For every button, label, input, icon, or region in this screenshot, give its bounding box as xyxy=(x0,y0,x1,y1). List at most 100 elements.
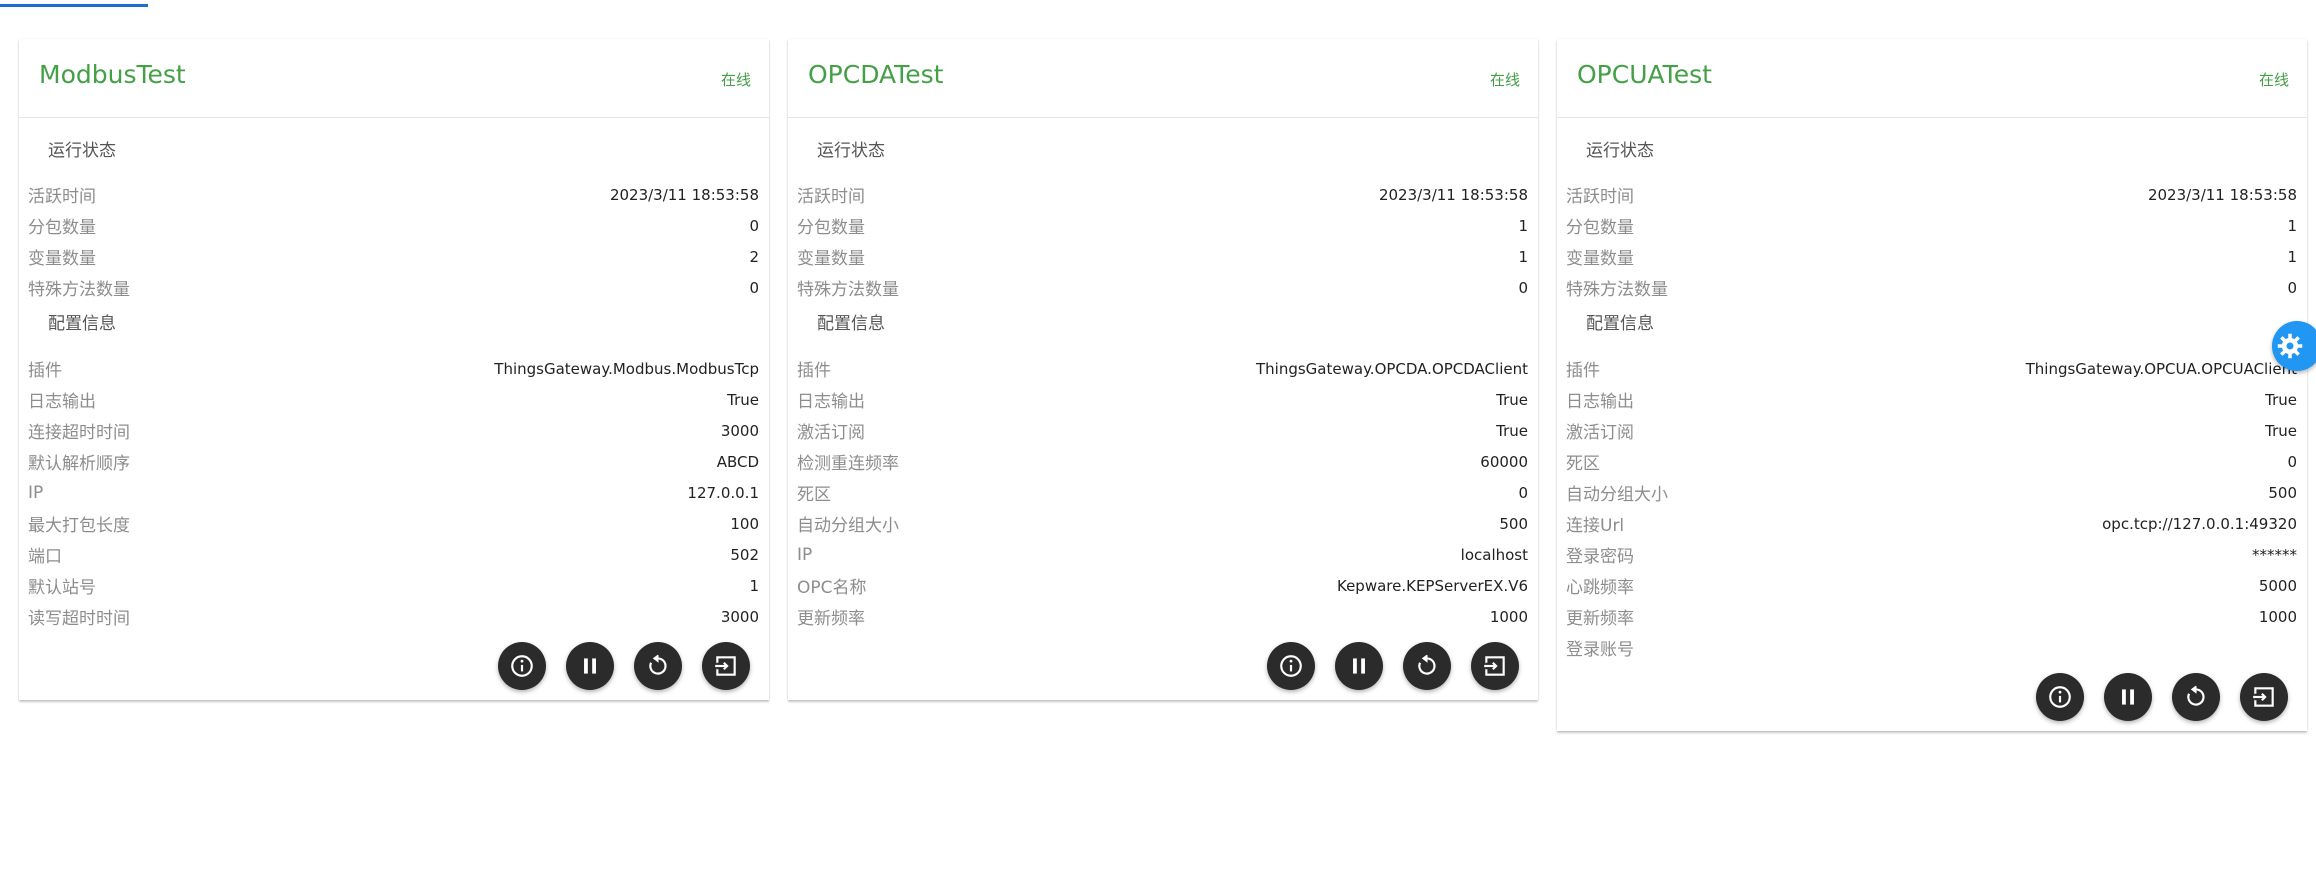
row-label: 分包数量 xyxy=(1566,218,1634,238)
config-row: 默认站号 1 xyxy=(19,570,769,601)
row-value: ThingsGateway.Modbus.ModbusTcp xyxy=(494,359,759,378)
row-value: 1 xyxy=(1518,216,1528,235)
row-value: 3000 xyxy=(720,607,759,626)
config-row: 死区 0 xyxy=(788,477,1538,508)
row-value: True xyxy=(1496,390,1528,409)
exit-button[interactable] xyxy=(2240,673,2288,721)
pause-button[interactable] xyxy=(1335,642,1383,690)
gear-icon xyxy=(2277,333,2303,359)
pause-button[interactable] xyxy=(2104,673,2152,721)
device-card-modbus: ModbusTest 在线 运行状态 活跃时间 2023/3/11 18:53:5… xyxy=(19,39,769,700)
runtime-row: 变量数量 1 xyxy=(788,241,1538,272)
row-label: 特殊方法数量 xyxy=(1566,280,1668,300)
info-icon xyxy=(511,655,533,677)
config-row: 自动分组大小 500 xyxy=(1557,477,2307,508)
row-value: localhost xyxy=(1460,545,1528,564)
info-button[interactable] xyxy=(2036,673,2084,721)
row-value: 60000 xyxy=(1480,452,1528,471)
row-label: 日志输出 xyxy=(1566,392,1634,412)
row-label: 特殊方法数量 xyxy=(28,280,130,300)
row-value: 2023/3/11 18:53:58 xyxy=(609,185,759,204)
row-label: 更新频率 xyxy=(1566,609,1634,629)
config-row: IP localhost xyxy=(788,539,1538,570)
runtime-row: 活跃时间 2023/3/11 18:53:58 xyxy=(788,179,1538,210)
row-label: 登录密码 xyxy=(1566,547,1634,567)
row-value: 1 xyxy=(1518,247,1528,266)
restart-button[interactable] xyxy=(634,642,682,690)
row-value: 127.0.0.1 xyxy=(687,483,759,502)
exit-icon xyxy=(715,656,736,676)
restart-button[interactable] xyxy=(1403,642,1451,690)
row-value: ****** xyxy=(2252,545,2297,564)
row-label: 更新频率 xyxy=(797,609,865,629)
exit-icon xyxy=(2253,687,2274,707)
row-value: 1000 xyxy=(1489,607,1528,626)
row-label: 最大打包长度 xyxy=(28,516,130,536)
runtime-section-title: 运行状态 xyxy=(817,141,885,161)
config-row: 端口 502 xyxy=(19,539,769,570)
row-label: 默认解析顺序 xyxy=(28,454,130,474)
row-label: 端口 xyxy=(28,547,62,567)
row-value: 0 xyxy=(1518,483,1528,502)
config-row: 连接超时时间 3000 xyxy=(19,415,769,446)
row-label: 死区 xyxy=(1566,454,1600,474)
config-row: 日志输出 True xyxy=(1557,384,2307,415)
config-row: 日志输出 True xyxy=(788,384,1538,415)
config-row: 默认解析顺序 ABCD xyxy=(19,446,769,477)
config-row: 更新频率 1000 xyxy=(788,601,1538,632)
row-value: opc.tcp://127.0.0.1:49320 xyxy=(2102,514,2297,533)
pause-button[interactable] xyxy=(566,642,614,690)
device-title: OPCUATest xyxy=(1577,60,1712,89)
row-label: 变量数量 xyxy=(797,249,865,269)
row-label: 日志输出 xyxy=(797,392,865,412)
info-button[interactable] xyxy=(1267,642,1315,690)
row-value: True xyxy=(1496,421,1528,440)
restart-button[interactable] xyxy=(2172,673,2220,721)
row-label: 连接Url xyxy=(1566,516,1625,536)
row-value: 502 xyxy=(730,545,759,564)
config-row: 激活订阅 True xyxy=(788,415,1538,446)
row-value: ABCD xyxy=(716,452,759,471)
settings-fab[interactable] xyxy=(2272,321,2316,371)
row-label: IP xyxy=(797,544,813,565)
row-label: 分包数量 xyxy=(797,218,865,238)
config-row: 登录密码 ****** xyxy=(1557,539,2307,570)
info-icon xyxy=(1280,655,1302,677)
row-value: 500 xyxy=(1499,514,1528,533)
row-value: Kepware.KEPServerEX.V6 xyxy=(1336,576,1528,595)
row-value: 2 xyxy=(749,247,759,266)
info-button[interactable] xyxy=(498,642,546,690)
row-label: 自动分组大小 xyxy=(1566,485,1668,505)
row-label: 活跃时间 xyxy=(28,187,96,207)
row-value: 0 xyxy=(749,216,759,235)
row-value: ThingsGateway.OPCUA.OPCUAClient xyxy=(2025,359,2297,378)
runtime-row: 分包数量 1 xyxy=(788,210,1538,241)
row-value: 0 xyxy=(2287,452,2297,471)
runtime-row: 特殊方法数量 0 xyxy=(788,272,1538,303)
config-section-title: 配置信息 xyxy=(817,314,885,334)
runtime-row: 特殊方法数量 0 xyxy=(19,272,769,303)
exit-button[interactable] xyxy=(702,642,750,690)
card-actions xyxy=(1557,663,2307,731)
card-header: OPCDATest 在线 xyxy=(788,39,1538,118)
restart-icon xyxy=(2187,685,2205,706)
row-label: 分包数量 xyxy=(28,218,96,238)
card-header: OPCUATest 在线 xyxy=(1557,39,2307,118)
config-row: 更新频率 1000 xyxy=(1557,601,2307,632)
card-actions xyxy=(788,632,1538,700)
runtime-row: 活跃时间 2023/3/11 18:53:58 xyxy=(1557,179,2307,210)
exit-button[interactable] xyxy=(1471,642,1519,690)
runtime-row: 变量数量 1 xyxy=(1557,241,2307,272)
row-value: 500 xyxy=(2268,483,2297,502)
row-label: 登录账号 xyxy=(1566,640,1634,660)
runtime-section-title: 运行状态 xyxy=(48,141,116,161)
config-row: 最大打包长度 100 xyxy=(19,508,769,539)
row-label: 变量数量 xyxy=(28,249,96,269)
config-section-title: 配置信息 xyxy=(1586,314,1654,334)
row-value: 1 xyxy=(2287,247,2297,266)
status-badge: 在线 xyxy=(1489,71,1520,89)
device-card-opcda: OPCDATest 在线 运行状态 活跃时间 2023/3/11 18:53:58… xyxy=(788,39,1538,700)
device-title: ModbusTest xyxy=(39,60,186,89)
runtime-row: 活跃时间 2023/3/11 18:53:58 xyxy=(19,179,769,210)
config-row: 自动分组大小 500 xyxy=(788,508,1538,539)
